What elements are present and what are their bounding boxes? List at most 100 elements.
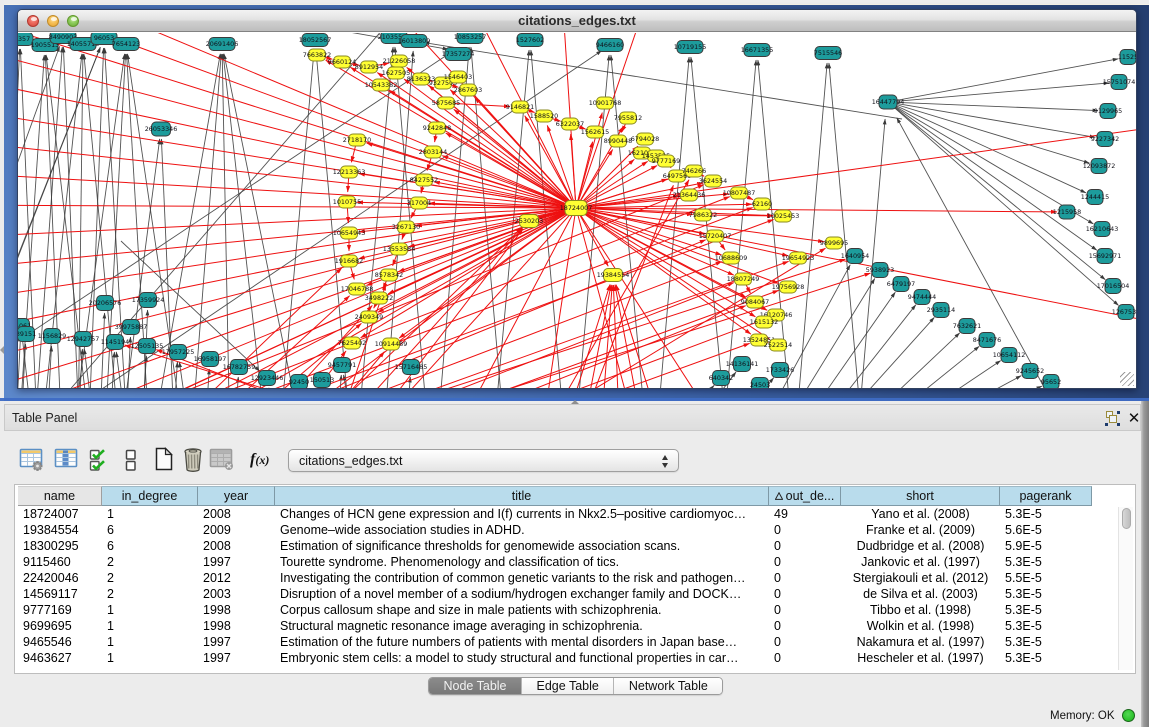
- table-cell[interactable]: Structural magnetic resonance image aver…: [275, 618, 769, 634]
- close-panel-icon[interactable]: ✕: [1126, 409, 1142, 427]
- table-cell[interactable]: Genome–wide association studies in ADHD.: [275, 522, 769, 538]
- graph-node[interactable]: 39151: [18, 327, 36, 342]
- graph-node[interactable]: 9899695: [820, 237, 848, 249]
- table-chooser-dropdown[interactable]: citations_edges.txt: [288, 449, 679, 472]
- table-cell[interactable]: 1: [102, 618, 198, 634]
- table-cell[interactable]: 5.3E-5: [1000, 602, 1092, 618]
- graph-node[interactable]: 2409349: [355, 311, 383, 323]
- graph-edge[interactable]: [888, 102, 1095, 137]
- graph-edge[interactable]: [190, 54, 221, 389]
- graph-node[interactable]: 12942757: [67, 332, 100, 347]
- graph-edge[interactable]: [150, 54, 220, 389]
- graph-node[interactable]: 16013809: [398, 35, 431, 48]
- graph-node[interactable]: 8912954: [355, 61, 383, 73]
- table-cell[interactable]: 2: [102, 554, 198, 570]
- graph-edge[interactable]: [18, 139, 576, 208]
- column-header-year[interactable]: year: [198, 486, 275, 506]
- graph-node[interactable]: 1588520: [530, 110, 558, 122]
- table-cell[interactable]: 14569117: [18, 586, 102, 602]
- graph-edge[interactable]: [560, 285, 610, 390]
- graph-node[interactable]: 15692971: [1089, 249, 1122, 264]
- graph-node[interactable]: 8990448: [604, 135, 632, 147]
- graph-node[interactable]: 1527602: [516, 34, 544, 47]
- table-cell[interactable]: 9465546: [18, 634, 102, 650]
- graph-node[interactable]: 10901768: [589, 97, 622, 109]
- graph-edge[interactable]: [888, 102, 1089, 163]
- graph-node[interactable]: 2718170: [343, 134, 371, 146]
- graph-edge[interactable]: [786, 292, 895, 389]
- table-cell[interactable]: 2008: [198, 506, 275, 522]
- graph-node[interactable]: 1267534: [1112, 305, 1136, 320]
- table-cell[interactable]: 0: [769, 586, 841, 602]
- table-cell[interactable]: Franke et al. (2009): [841, 522, 1000, 538]
- graph-edge[interactable]: [576, 150, 613, 209]
- graph-node[interactable]: 9242848: [423, 122, 451, 134]
- table-cell[interactable]: Investigating the contribution of common…: [275, 570, 769, 586]
- table-cell[interactable]: 19384554: [18, 522, 102, 538]
- table-cell[interactable]: Corpus callosum shape and size in male p…: [275, 602, 769, 618]
- column-header-in_degree[interactable]: in_degree: [102, 486, 198, 506]
- table-cell[interactable]: Estimation of significance thresholds fo…: [275, 538, 769, 554]
- delete-table-button-disabled[interactable]: [209, 445, 235, 473]
- graph-node[interactable]: 17016504: [1097, 279, 1130, 294]
- table-cell[interactable]: 0: [769, 634, 841, 650]
- graph-node[interactable]: 18807249: [727, 273, 760, 285]
- graph-node[interactable]: 7955812: [614, 112, 642, 124]
- graph-node[interactable]: 95652: [1041, 375, 1061, 390]
- table-cell[interactable]: 0: [769, 570, 841, 586]
- table-cell[interactable]: 18300295: [18, 538, 102, 554]
- graph-node[interactable]: 19384554: [597, 269, 630, 282]
- table-cell[interactable]: 9699695: [18, 618, 102, 634]
- network-graph-canvas[interactable]: 2035719055138490903140557139605376541232…: [18, 33, 1136, 389]
- graph-node[interactable]: 10543382: [365, 79, 398, 91]
- table-cell[interactable]: 0: [769, 554, 841, 570]
- table-cell[interactable]: 0: [769, 602, 841, 618]
- table-cell[interactable]: 1: [102, 650, 198, 666]
- graph-node[interactable]: 9466160: [596, 39, 624, 52]
- graph-node[interactable]: 21364436: [673, 189, 706, 201]
- graph-edge[interactable]: [18, 40, 576, 208]
- graph-node[interactable]: 7625402: [338, 337, 366, 349]
- table-cell[interactable]: Nakamura et al. (1997): [841, 634, 1000, 650]
- network-window-titlebar[interactable]: citations_edges.txt: [18, 10, 1136, 32]
- table-cell[interactable]: 0: [769, 618, 841, 634]
- table-cell[interactable]: Embryonic stem cells: a model to study s…: [275, 650, 769, 666]
- graph-node[interactable]: 7632621: [953, 319, 981, 334]
- table-cell[interactable]: 5.3E-5: [1000, 586, 1092, 602]
- graph-node[interactable]: 9227342: [1091, 132, 1119, 147]
- table-cell[interactable]: 0: [769, 538, 841, 554]
- graph-node[interactable]: 14136141: [726, 357, 759, 372]
- table-cell[interactable]: 5.3E-5: [1000, 554, 1092, 570]
- table-cell[interactable]: Hescheler et al. (1997): [841, 650, 1000, 666]
- graph-edge[interactable]: [192, 240, 706, 389]
- graph-node[interactable]: 640342: [709, 371, 733, 386]
- window-resize-grip[interactable]: [1120, 372, 1134, 386]
- table-cell[interactable]: 9777169: [18, 602, 102, 618]
- graph-node[interactable]: 2522514: [764, 339, 792, 351]
- graph-edge[interactable]: [404, 79, 576, 208]
- graph-edge[interactable]: [869, 361, 1001, 389]
- float-panel-icon[interactable]: [1105, 411, 1120, 426]
- table-cell[interactable]: Changes of HCN gene expression and I(f) …: [275, 506, 769, 522]
- table-scrollbar[interactable]: [1118, 507, 1133, 670]
- graph-node[interactable]: 7986322: [689, 209, 717, 221]
- graph-node[interactable]: 746266: [682, 165, 706, 177]
- graph-edge[interactable]: [223, 54, 268, 389]
- graph-node[interactable]: 10654112: [993, 348, 1026, 363]
- graph-node[interactable]: 16210643: [1086, 222, 1119, 237]
- graph-node[interactable]: 9660124: [328, 56, 356, 68]
- graph-node[interactable]: 62160: [752, 198, 772, 210]
- graph-edge[interactable]: [901, 386, 1042, 389]
- column-header-short[interactable]: short: [841, 486, 1000, 506]
- graph-node[interactable]: 10914489: [375, 338, 408, 350]
- table-cell[interactable]: 5.3E-5: [1000, 650, 1092, 666]
- graph-edge[interactable]: [661, 385, 714, 389]
- graph-node[interactable]: 7654123: [112, 38, 140, 51]
- graph-node[interactable]: 15751074: [1103, 75, 1136, 90]
- graph-node[interactable]: 1615132: [750, 316, 778, 328]
- graph-edge[interactable]: [852, 346, 979, 389]
- column-header-name[interactable]: name: [18, 486, 102, 506]
- graph-node[interactable]: 1916682: [335, 255, 363, 267]
- graph-node[interactable]: 2935114: [927, 303, 955, 318]
- graph-node[interactable]: 1562615: [581, 126, 609, 138]
